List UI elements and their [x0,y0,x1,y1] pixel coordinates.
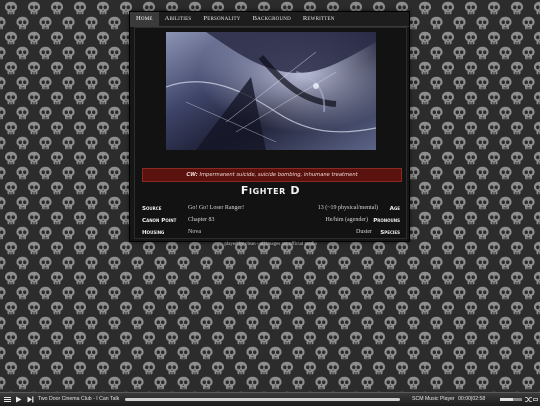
info-label-canon-point: Canon Point [142,218,177,224]
content-warning-label: CW: [186,172,198,178]
tab-personality[interactable]: Personality [197,12,246,26]
info-row: Canon Point Chapter 83 He/him (agender) … [142,217,400,228]
tab-home[interactable]: Home [130,12,159,26]
info-value-canon-point: Chapter 83 [188,217,215,223]
info-label-source: Source [142,206,162,212]
tab-abilities[interactable]: Abilities [159,12,198,26]
info-value-age: 13 (~19 physical/mental) [317,205,378,211]
play-icon[interactable] [14,395,23,404]
menu-icon[interactable] [3,395,12,404]
info-value-pronouns: He/him (agender) [325,217,368,223]
info-label-species: Species [380,230,400,236]
music-player-bar: Two Door Cinema Club - I Can Talk SCM Mu… [0,392,540,406]
track-time: 00:00|02:58 [458,396,486,402]
character-name: Fighter D [240,184,301,197]
info-value-source: Go! Go! Loser Ranger! [188,205,245,211]
profile-nav: Home Abilities Personality Background Rewrit… [130,12,409,27]
info-row: Housing Nova Duster Species [142,229,400,240]
info-row: Source Go! Go! Loser Ranger! 13 (~19 phy… [142,205,400,216]
info-label-pronouns: Pronouns [373,218,400,224]
next-icon[interactable] [26,395,35,404]
player-brand[interactable]: SCM Music Player [412,393,455,406]
content-warning-banner: CW: Impermanent suicide, suicide bombing… [142,168,402,182]
info-label-housing: Housing [142,230,165,236]
profile-panel: CW: Impermanent suicide, suicide bombing… [134,27,407,247]
track-title: Two Door Cinema Club - I Can Talk [38,396,120,402]
info-value-housing: Nova [188,229,201,235]
info-value-species: Duster [356,229,372,235]
tab-rewritten[interactable]: Rewritten [297,12,341,26]
repeat-icon[interactable] [532,395,539,404]
content-warning-text: Impermanent suicide, suicide bombing, in… [199,172,358,178]
volume-slider[interactable] [500,398,522,401]
credit-line: played by clean - all images are officia… [224,242,317,247]
character-portrait [166,32,376,150]
tab-background[interactable]: Background [247,12,297,26]
volume-fill [500,398,514,401]
progress-bar[interactable] [125,398,400,401]
profile-card: Home Abilities Personality Background Rewrit… [130,12,409,247]
info-label-age: Age [389,206,400,212]
